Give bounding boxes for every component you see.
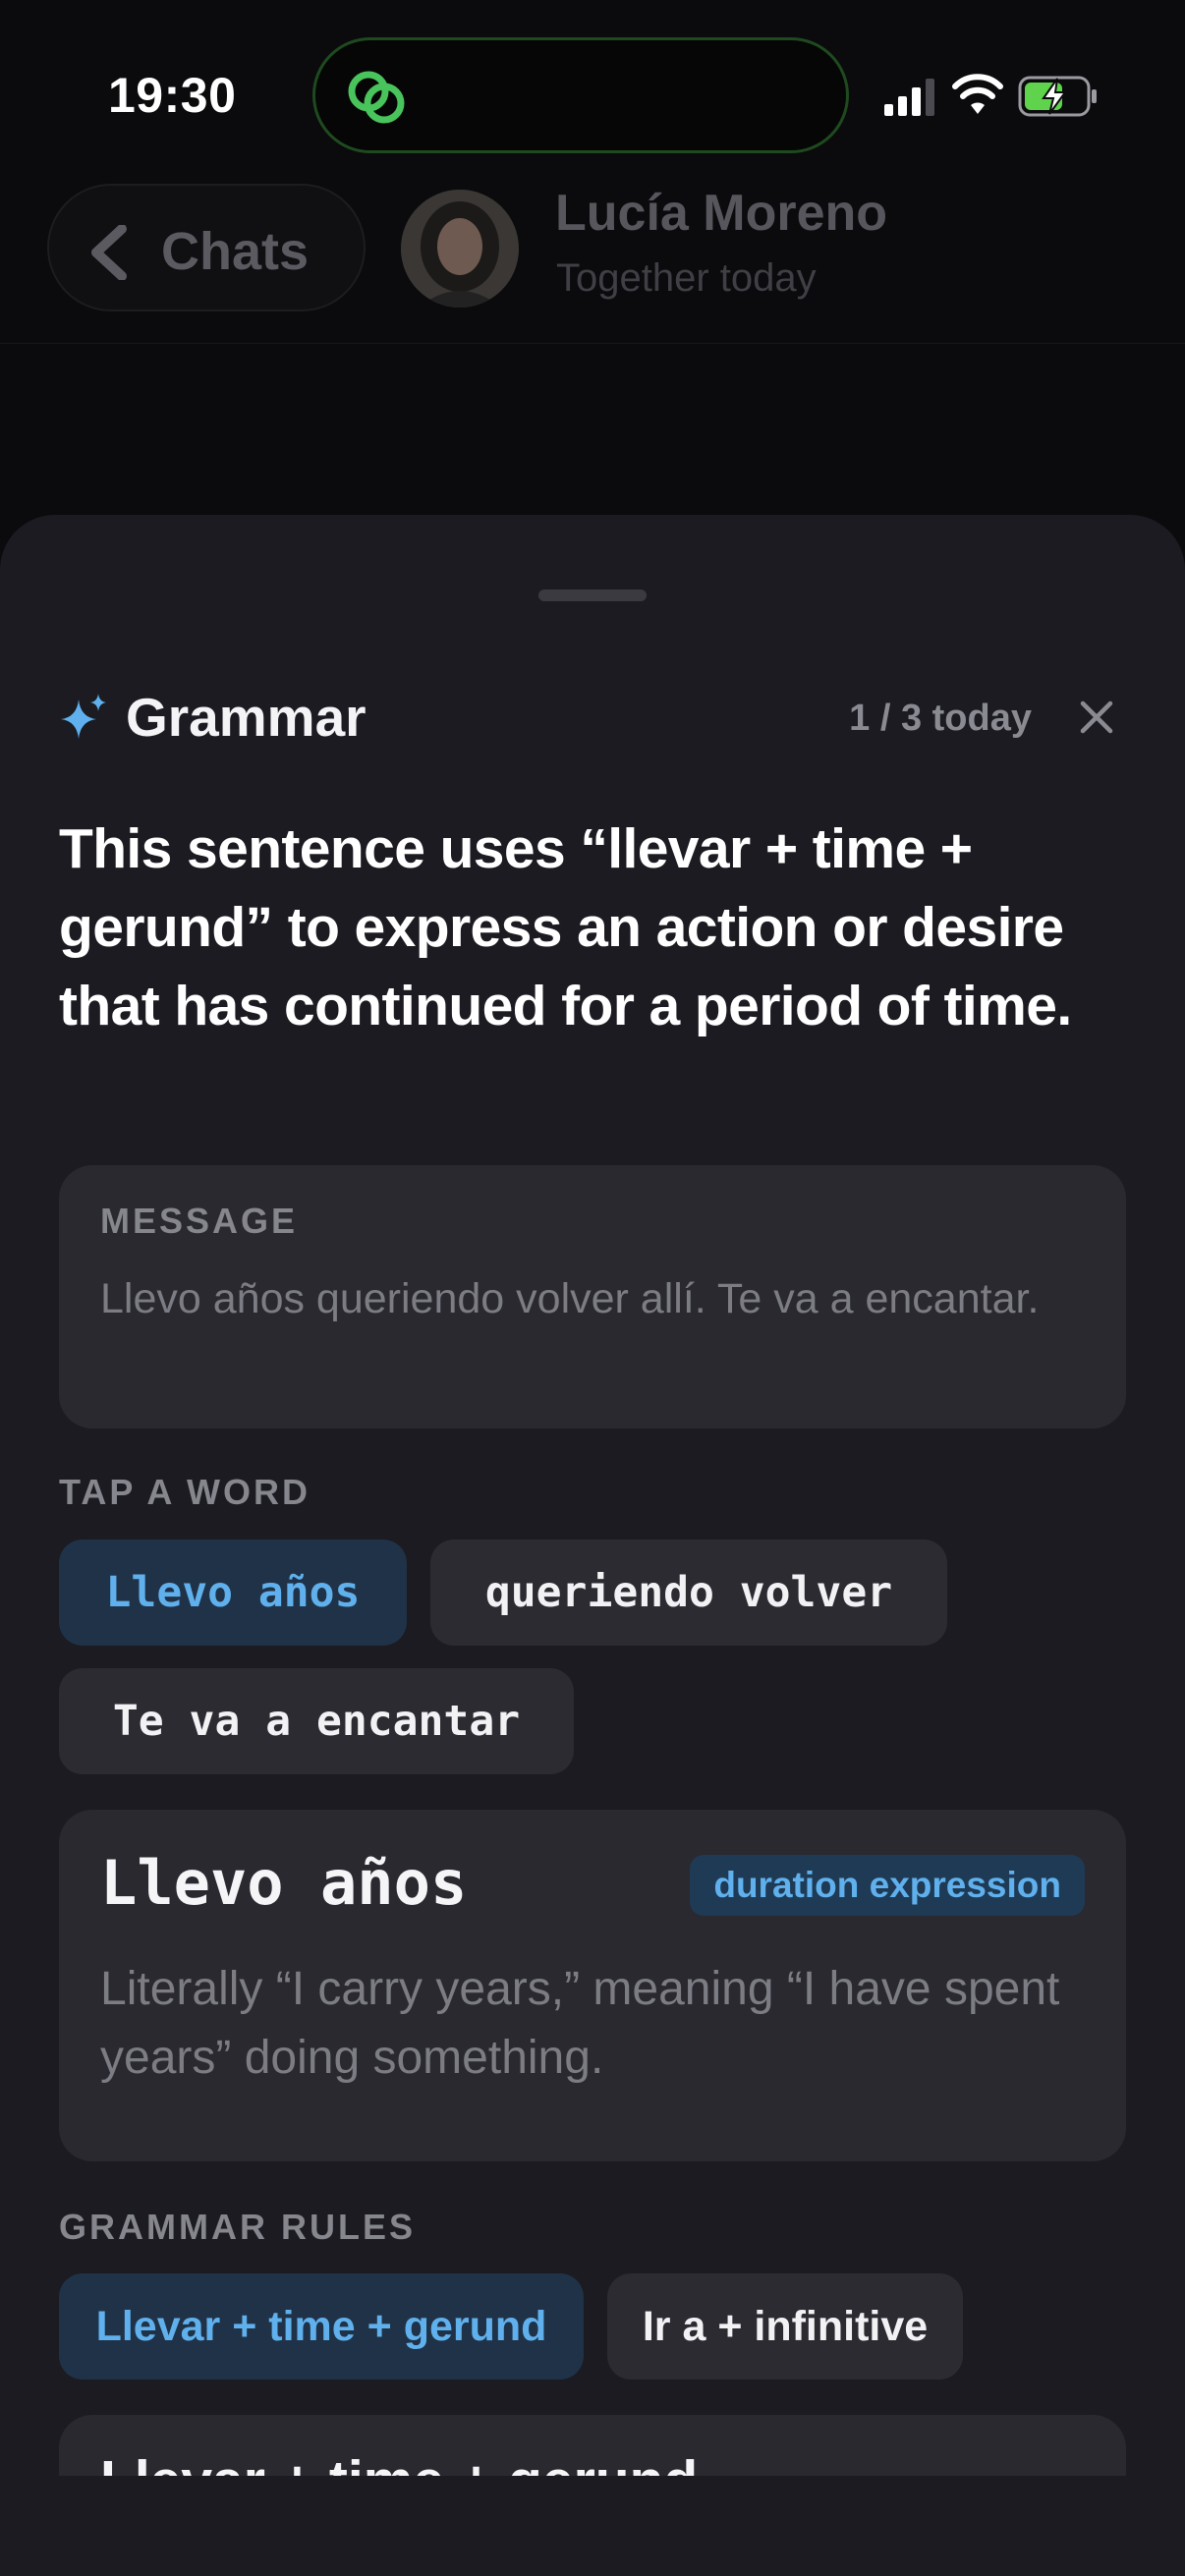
avatar-portrait bbox=[401, 190, 519, 308]
rule-chip-ir-a-infinitive[interactable]: Ir a + infinitive bbox=[607, 2273, 963, 2380]
sheet-footer bbox=[0, 2476, 1185, 2576]
chevron-left-icon bbox=[91, 225, 127, 280]
sheet-header: Grammar 1 / 3 today bbox=[59, 682, 1126, 751]
back-label: Chats bbox=[161, 222, 310, 281]
word-chip-llevo-anos[interactable]: Llevo años bbox=[59, 1540, 407, 1646]
contact-status: Together today bbox=[556, 256, 817, 300]
word-detail-description: Literally “I carry years,” meaning “I ha… bbox=[100, 1963, 1060, 2084]
status-bar: 19:30 bbox=[0, 0, 1185, 187]
link-rings-icon bbox=[348, 71, 405, 124]
rule-detail-title: Llevar + time + gerund bbox=[100, 2448, 698, 2476]
message-label: MESSAGE bbox=[100, 1201, 299, 1241]
cellular-signal-icon bbox=[884, 79, 934, 116]
word-chip-queriendo-volver[interactable]: queriendo volver bbox=[430, 1540, 947, 1646]
wifi-icon bbox=[952, 74, 1003, 114]
grammar-explanation: This sentence uses “llevar + time + geru… bbox=[59, 817, 1072, 1037]
grammar-rules-label: GRAMMAR RULES bbox=[59, 2207, 416, 2247]
word-chip-te-va-a-encantar[interactable]: Te va a encantar bbox=[59, 1668, 574, 1774]
word-detail-title: Llevo años bbox=[100, 1847, 468, 1919]
usage-count: 1 / 3 today bbox=[849, 698, 1032, 739]
tap-a-word-label: TAP A WORD bbox=[59, 1472, 310, 1512]
avatar[interactable] bbox=[401, 190, 519, 308]
chat-header: Chats Lucía Moreno Together today bbox=[0, 172, 1185, 344]
sheet-title: Grammar bbox=[126, 687, 367, 748]
back-to-chats-button[interactable]: Chats bbox=[47, 184, 366, 311]
battery-charging-icon bbox=[1018, 76, 1097, 117]
grammar-sheet: Grammar 1 / 3 today This sentence uses “… bbox=[0, 515, 1185, 2576]
message-card: MESSAGE Llevo años queriendo volver allí… bbox=[59, 1165, 1126, 1428]
dynamic-island[interactable] bbox=[312, 37, 849, 153]
contact-name: Lucía Moreno bbox=[555, 185, 888, 242]
message-text: Llevo años queriendo volver allí. Te va … bbox=[100, 1275, 1040, 1322]
sheet-grabber[interactable] bbox=[538, 589, 647, 601]
word-type-badge: duration expression bbox=[690, 1855, 1085, 1916]
rule-card-clip: Llevar + time + gerund bbox=[59, 2415, 1126, 2476]
status-icons bbox=[882, 71, 1099, 120]
status-time: 19:30 bbox=[108, 68, 237, 123]
word-detail-card: Llevo años duration expression Literally… bbox=[59, 1810, 1126, 2161]
rule-chip-llevar-time-gerund[interactable]: Llevar + time + gerund bbox=[59, 2273, 584, 2380]
close-icon[interactable] bbox=[1075, 696, 1118, 739]
sparkle-icon bbox=[61, 694, 106, 739]
